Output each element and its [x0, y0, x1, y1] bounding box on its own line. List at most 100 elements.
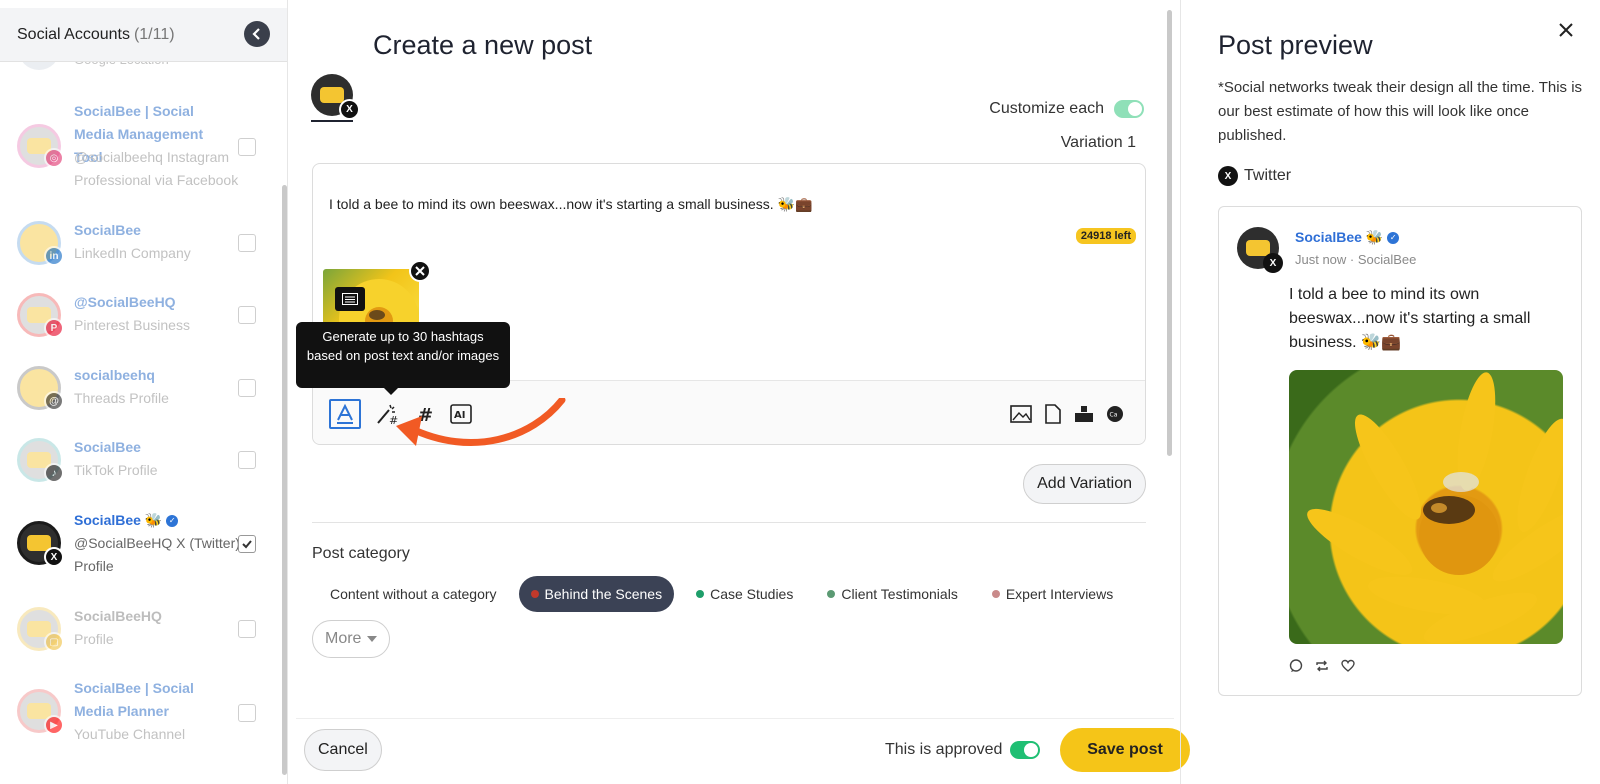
account-checkbox[interactable]: [238, 306, 256, 324]
close-icon: [415, 266, 425, 276]
account-item[interactable]: @ socialbeehq Threads Profile: [0, 364, 282, 414]
characters-left-badge: 24918 left: [1075, 228, 1136, 244]
footer-bar: Cancel This is approved Save post: [296, 718, 1190, 784]
chevron-left-icon: [252, 28, 260, 40]
category-label: Content without a category: [330, 586, 497, 602]
create-post-panel: Create a new post X Customize each Varia…: [296, 0, 1190, 784]
account-desc: LinkedIn Company: [74, 245, 191, 261]
x-icon: X: [339, 99, 360, 120]
account-name: SocialBee 🐝 ✓: [74, 509, 234, 532]
account-item[interactable]: ♪ SocialBee TikTok Profile: [0, 436, 282, 486]
verified-icon: ✓: [1387, 231, 1400, 244]
category-chip[interactable]: Expert Interviews: [980, 576, 1125, 612]
account-desc: @socialbeehq Instagram Professional via …: [74, 149, 239, 188]
category-chip-selected[interactable]: Behind the Scenes: [518, 576, 675, 612]
page-title: Create a new post: [373, 30, 593, 60]
svg-text:Ca: Ca: [1110, 412, 1118, 419]
account-item[interactable]: in SocialBee LinkedIn Company: [0, 219, 282, 269]
preview-text: I told a bee to mind its own beeswax...n…: [1289, 286, 1531, 351]
account-desc: Pinterest Business: [74, 317, 190, 333]
account-checkbox[interactable]: [238, 451, 256, 469]
account-checkbox-checked[interactable]: [238, 535, 256, 553]
account-item[interactable]: ▢ SocialBeeHQ Profile: [0, 605, 282, 655]
category-color-dot: [530, 590, 539, 598]
account-item[interactable]: P @SocialBeeHQ Pinterest Business: [0, 291, 282, 341]
tiktok-icon: ♪: [44, 463, 64, 483]
canva-button[interactable]: Ca: [1099, 399, 1131, 429]
text-format-button[interactable]: [329, 399, 361, 429]
account-checkbox[interactable]: [238, 138, 256, 156]
annotation-arrow: [396, 398, 566, 446]
account-checkbox[interactable]: [238, 379, 256, 397]
image-details-icon[interactable]: [335, 287, 365, 311]
image-icon: [1010, 405, 1032, 423]
account-desc: YouTube Channel: [74, 726, 186, 742]
more-categories-button[interactable]: More: [312, 620, 391, 658]
cancel-button[interactable]: Cancel: [304, 729, 382, 771]
add-image-button[interactable]: [1005, 399, 1037, 429]
preview-title: Post preview: [1218, 30, 1373, 60]
account-name: SocialBee: [74, 222, 141, 238]
category-label: Case Studies: [710, 586, 794, 602]
sidebar-header: Social Accounts (1/11): [0, 8, 287, 62]
add-variation-button[interactable]: Add Variation: [1023, 464, 1146, 504]
caret-down-icon: [367, 636, 378, 642]
account-name: SocialBee: [74, 439, 141, 455]
approved-label: This is approved: [885, 741, 1003, 758]
retweet-icon: [1316, 660, 1328, 672]
account-desc: Profile: [74, 631, 114, 647]
account-item-selected[interactable]: X SocialBee 🐝 ✓ @SocialBeeHQ X (Twitter)…: [0, 509, 282, 581]
preview-image: [1289, 370, 1563, 644]
category-chip[interactable]: Client Testimonials: [815, 576, 969, 612]
sidebar-scrollbar[interactable]: [282, 185, 287, 775]
customize-each-label: Customize each: [989, 100, 1104, 117]
canva-icon: Ca: [1107, 406, 1123, 422]
x-icon: X: [1263, 253, 1283, 273]
category-chip[interactable]: Content without a category: [318, 576, 509, 612]
account-checkbox[interactable]: [238, 704, 256, 722]
divider: [312, 522, 1146, 523]
add-document-button[interactable]: [1037, 399, 1069, 429]
category-color-dot: [991, 590, 1000, 598]
account-desc: Threads Profile: [74, 390, 169, 406]
stack-icon: [1075, 406, 1093, 422]
linkedin-icon: in: [44, 246, 64, 266]
save-post-button[interactable]: Save post: [1060, 728, 1190, 772]
post-preview-panel: Post preview *Social networks tweak thei…: [1180, 0, 1600, 784]
text-format-icon: [337, 403, 353, 424]
hashtag-tooltip: Generate up to 30 hashtags based on post…: [296, 322, 510, 395]
post-category-title: Post category: [312, 545, 410, 562]
collapse-sidebar-button[interactable]: [244, 21, 270, 47]
account-name: SocialBee | Social Media Planner: [74, 680, 194, 719]
post-text[interactable]: I told a bee to mind its own beeswax...n…: [329, 196, 812, 213]
approved-toggle-row: This is approved: [885, 741, 1041, 759]
media-library-button[interactable]: [1068, 399, 1100, 429]
preview-name-text: SocialBee 🐝: [1295, 229, 1384, 245]
check-icon: [242, 540, 252, 549]
category-color-dot: [827, 590, 836, 598]
account-checkbox[interactable]: [238, 234, 256, 252]
category-chip[interactable]: Case Studies: [684, 576, 805, 612]
preview-network-label: Twitter: [1244, 167, 1292, 184]
account-item[interactable]: ▶ SocialBee | Social Media Planner YouTu…: [0, 677, 282, 749]
main-scrollbar[interactable]: [1167, 10, 1172, 456]
account-name-text: SocialBee 🐝: [74, 512, 163, 528]
preview-note: *Social networks tweak their design all …: [1218, 79, 1583, 144]
category-color-dot: [696, 590, 705, 598]
generic-icon: ▢: [44, 632, 64, 652]
category-label: Client Testimonials: [841, 586, 958, 602]
verified-icon: ✓: [166, 514, 179, 527]
account-checkbox[interactable]: [238, 620, 256, 638]
account-desc: TikTok Profile: [74, 462, 158, 478]
bee-on-flower-image: [1307, 372, 1563, 644]
approved-toggle[interactable]: [1010, 741, 1041, 759]
remove-image-button[interactable]: [409, 260, 431, 282]
document-icon: [1045, 404, 1061, 424]
account-item[interactable]: ◎ SocialBee | Social Media Management To…: [0, 100, 282, 196]
youtube-icon: ▶: [44, 715, 64, 735]
account-name: socialbeehq: [74, 367, 155, 383]
preview-network: X Twitter: [1218, 166, 1291, 186]
category-label: Expert Interviews: [1005, 586, 1114, 602]
close-button[interactable]: [1558, 18, 1574, 44]
customize-each-toggle[interactable]: [1114, 100, 1144, 118]
